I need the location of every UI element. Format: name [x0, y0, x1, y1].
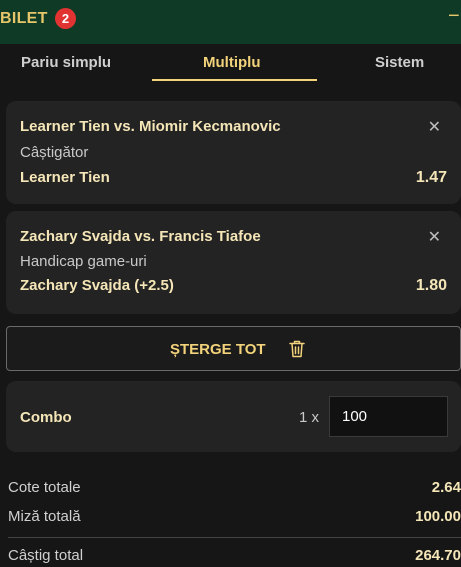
ticket-header[interactable]: BILET 2 −	[0, 0, 461, 44]
selection-pick: Learner Tien	[20, 169, 110, 186]
total-win-label: Câștig total	[8, 547, 84, 564]
bet-type-tabs: Pariu simplu Multiplu Sistem	[0, 44, 461, 82]
summary-divider	[8, 537, 461, 538]
total-win-value: 264.70	[415, 547, 461, 564]
stake-input[interactable]	[329, 396, 448, 437]
total-stake-value: 100.00	[415, 508, 461, 525]
tab-multiplu[interactable]: Multiplu	[203, 54, 260, 71]
selection-pick: Zachary Svajda (+2.5)	[20, 277, 174, 294]
match-name: Learner Tien vs. Miomir Kecmanovic	[20, 118, 281, 135]
total-odds-value: 2.64	[431, 479, 461, 496]
match-name: Zachary Svajda vs. Francis Tiafoe	[20, 228, 261, 245]
total-stake-label: Miză totală	[8, 508, 81, 525]
market-name: Câștigător	[20, 144, 89, 161]
bet-selection-card: Learner Tien vs. Miomir Kecmanovic ✕ Câș…	[6, 101, 461, 204]
combo-label: Combo	[20, 409, 72, 426]
total-stake-row: Miză totală 100.00	[0, 508, 461, 530]
bet-selection-card: Zachary Svajda vs. Francis Tiafoe ✕ Hand…	[6, 211, 461, 314]
market-name: Handicap game-uri	[20, 253, 147, 270]
clear-all-label: ȘTERGE TOT	[170, 341, 266, 358]
combo-multiplier: 1 x	[299, 409, 320, 426]
total-odds-label: Cote totale	[8, 479, 81, 496]
total-odds-row: Cote totale 2.64	[0, 479, 461, 501]
selection-odds: 1.47	[415, 169, 447, 186]
ticket-title: BILET	[0, 10, 48, 27]
trash-icon	[289, 340, 305, 358]
minus-icon[interactable]: −	[448, 6, 460, 26]
combo-stake-row: Combo 1 x	[6, 381, 461, 452]
selection-count-badge: 2	[55, 8, 76, 29]
clear-all-button[interactable]: ȘTERGE TOT	[6, 326, 461, 371]
close-icon[interactable]: ✕	[428, 230, 441, 246]
active-tab-indicator	[152, 79, 317, 81]
close-icon[interactable]: ✕	[428, 120, 441, 136]
tab-sistem[interactable]: Sistem	[375, 54, 424, 71]
tab-pariu-simplu[interactable]: Pariu simplu	[21, 54, 111, 71]
selection-odds: 1.80	[415, 277, 447, 294]
total-win-row: Câștig total 264.70	[0, 547, 461, 567]
